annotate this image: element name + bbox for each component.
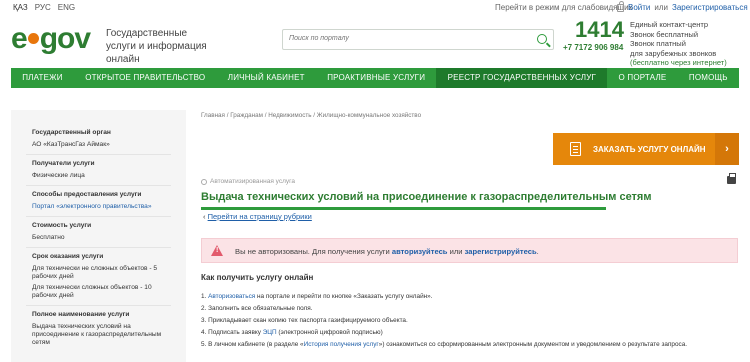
top-bar: ҚАЗ РУС ENG Перейти в режим для слабовид… <box>0 0 750 15</box>
document-icon <box>570 142 581 156</box>
visually-impaired-link[interactable]: Перейти в режим для слабовидящих <box>495 3 633 12</box>
search-icon[interactable] <box>537 34 547 44</box>
nav-about[interactable]: О ПОРТАЛЕ <box>607 68 677 88</box>
sidebar-section-cost: Стоимость услуги Бесплатно <box>26 217 171 248</box>
sidebar-title: Полное наименование услуги <box>32 311 130 318</box>
step-1: 1. Авторизоваться на портале и перейти п… <box>201 293 741 305</box>
sidebar-section-fullname: Полное наименование услуги Выдача технич… <box>26 306 171 352</box>
warning-icon <box>211 245 223 256</box>
site-tagline: Государственные услуги и информация онла… <box>106 28 207 65</box>
step-text: ») ознакомиться со сформированным электр… <box>378 341 688 348</box>
chevron-right-icon: › <box>715 133 739 165</box>
steps-list: 1. Авторизоваться на портале и перейти п… <box>201 293 741 353</box>
nav-personal-cabinet[interactable]: ЛИЧНЫЙ КАБИНЕТ <box>217 68 316 88</box>
sidebar-section-methods: Способы предоставления услуги Портал «эл… <box>26 186 171 217</box>
contact-line: (бесплатно через интернет) <box>630 58 727 67</box>
contact-line: Единый контакт-центр <box>630 20 709 29</box>
howto-heading: Как получить услугу онлайн <box>201 273 314 282</box>
alert-login-link[interactable]: авторизуйтесь <box>392 247 448 256</box>
rubric-link-row: ‹ Перейти на страницу рубрики <box>203 212 312 221</box>
sidebar-title: Стоимость услуги <box>32 222 92 229</box>
order-button-label: ЗАКАЗАТЬ УСЛУГУ ОНЛАЙН <box>593 145 706 154</box>
automated-label: Автоматизированная услуга <box>210 178 295 185</box>
step-4: 4. Подписать заявку ЭЦП (электронной циф… <box>201 329 741 341</box>
login-link[interactable]: Войти <box>628 3 650 12</box>
sidebar-title: Способы предоставления услуги <box>32 191 142 198</box>
sidebar-value: АО «КазТрансГаз Аймак» <box>32 141 110 148</box>
contact-line: Звонок бесплатный <box>630 29 699 39</box>
step-history-link[interactable]: История получения услуг <box>304 341 379 348</box>
step-eds-link[interactable]: ЭЦП <box>263 329 277 336</box>
gear-icon <box>201 178 207 185</box>
alert-or: или <box>447 247 465 256</box>
chevron-left-icon: ‹ <box>203 212 206 221</box>
logo-dot-icon <box>27 32 39 44</box>
contact-info: Единый контакт-центр Звонок бесплатный З… <box>630 20 748 68</box>
step-2: 2. Заполнить все обязательные поля. <box>201 305 313 312</box>
lang-ru[interactable]: РУС <box>35 3 51 12</box>
print-icon[interactable] <box>727 173 736 184</box>
rubric-link[interactable]: Перейти на страницу рубрики <box>208 212 312 221</box>
logo-gov: gov <box>39 22 91 55</box>
sidebar-title: Срок оказания услуги <box>32 253 104 260</box>
or-text: или <box>654 2 668 12</box>
sidebar-value-link[interactable]: Портал «электронного правительства» <box>32 203 171 211</box>
lang-en[interactable]: ENG <box>58 3 75 12</box>
step-text: 4. Подписать заявку <box>201 329 263 336</box>
page-title: Выдача технических условий на присоедине… <box>201 191 652 203</box>
phone-long: +7 7172 906 984 <box>563 43 624 52</box>
step-auth-link[interactable]: Авторизоваться <box>208 293 255 300</box>
register-link[interactable]: Зарегистрироваться <box>672 3 748 12</box>
automated-badge: Автоматизированная услуга <box>201 178 295 185</box>
main-nav: ПЛАТЕЖИ ОТКРЫТОЕ ПРАВИТЕЛЬСТВО ЛИЧНЫЙ КА… <box>11 68 739 88</box>
step-3: 3. Прикладывает скан копию тех паспорта … <box>201 317 408 324</box>
lang-kz[interactable]: ҚАЗ <box>13 3 28 12</box>
auth-alert: Вы не авторизованы. Для получения услуги… <box>201 238 738 263</box>
title-underline <box>201 207 606 210</box>
sidebar-section-recipients: Получатели услуги Физические лица <box>26 155 171 186</box>
sidebar-title: Государственный орган <box>32 129 111 136</box>
contact-line: для зарубежных звонков <box>630 48 717 58</box>
alert-end: . <box>536 247 539 256</box>
order-service-button[interactable]: ЗАКАЗАТЬ УСЛУГУ ОНЛАЙН › <box>553 133 739 165</box>
nav-open-government[interactable]: ОТКРЫТОЕ ПРАВИТЕЛЬСТВО <box>74 68 217 88</box>
sidebar-section-terms: Срок оказания услуги Для технически не с… <box>26 248 171 306</box>
breadcrumb[interactable]: Главная / Гражданам / Недвижимость / Жил… <box>201 112 421 119</box>
sidebar-value: Для технически не сложных объектов - 5 р… <box>32 265 158 280</box>
nav-services-registry[interactable]: РЕЕСТР ГОСУДАРСТВЕННЫХ УСЛУГ <box>436 68 608 88</box>
step-text: 5. В личном кабинете (в разделе « <box>201 341 304 348</box>
sidebar-value: Выдача технических условий на присоедине… <box>32 323 162 346</box>
search-input[interactable] <box>289 35 519 42</box>
service-info-sidebar: Государственный орган АО «КазТрансГаз Ай… <box>26 124 171 352</box>
step-text: на портале и перейти по кнопке «Заказать… <box>255 293 433 300</box>
nav-help[interactable]: ПОМОЩЬ <box>678 68 739 88</box>
sidebar-value: Физические лица <box>32 172 85 179</box>
sidebar-value: Бесплатно <box>32 234 65 241</box>
nav-proactive-services[interactable]: ПРОАКТИВНЫЕ УСЛУГИ <box>316 68 436 88</box>
contact-line: Звонок платный <box>630 39 686 48</box>
egov-logo[interactable]: e gov <box>11 22 91 56</box>
lock-icon <box>617 1 624 12</box>
nav-payments[interactable]: ПЛАТЕЖИ <box>11 68 74 88</box>
sidebar-title: Получатели услуги <box>32 160 95 167</box>
step-text: (электронной цифровой подписью) <box>276 329 383 336</box>
logo-e: e <box>11 22 28 55</box>
sidebar-section-gov-body: Государственный орган АО «КазТрансГаз Ай… <box>26 124 171 155</box>
sidebar-value: Для технически сложных объектов - 10 раб… <box>32 284 152 299</box>
phone-short: 1414 <box>575 17 624 42</box>
language-switcher: ҚАЗ РУС ENG <box>13 3 75 12</box>
search-box <box>282 29 554 50</box>
login-area: Войти или Зарегистрироваться <box>617 1 748 12</box>
alert-message: Вы не авторизованы. Для получения услуги… <box>235 247 539 256</box>
alert-register-link[interactable]: зарегистрируйтесь <box>465 247 537 256</box>
alert-text: Вы не авторизованы. Для получения услуги <box>235 247 392 256</box>
step-5: 5. В личном кабинете (в разделе «История… <box>201 341 741 353</box>
